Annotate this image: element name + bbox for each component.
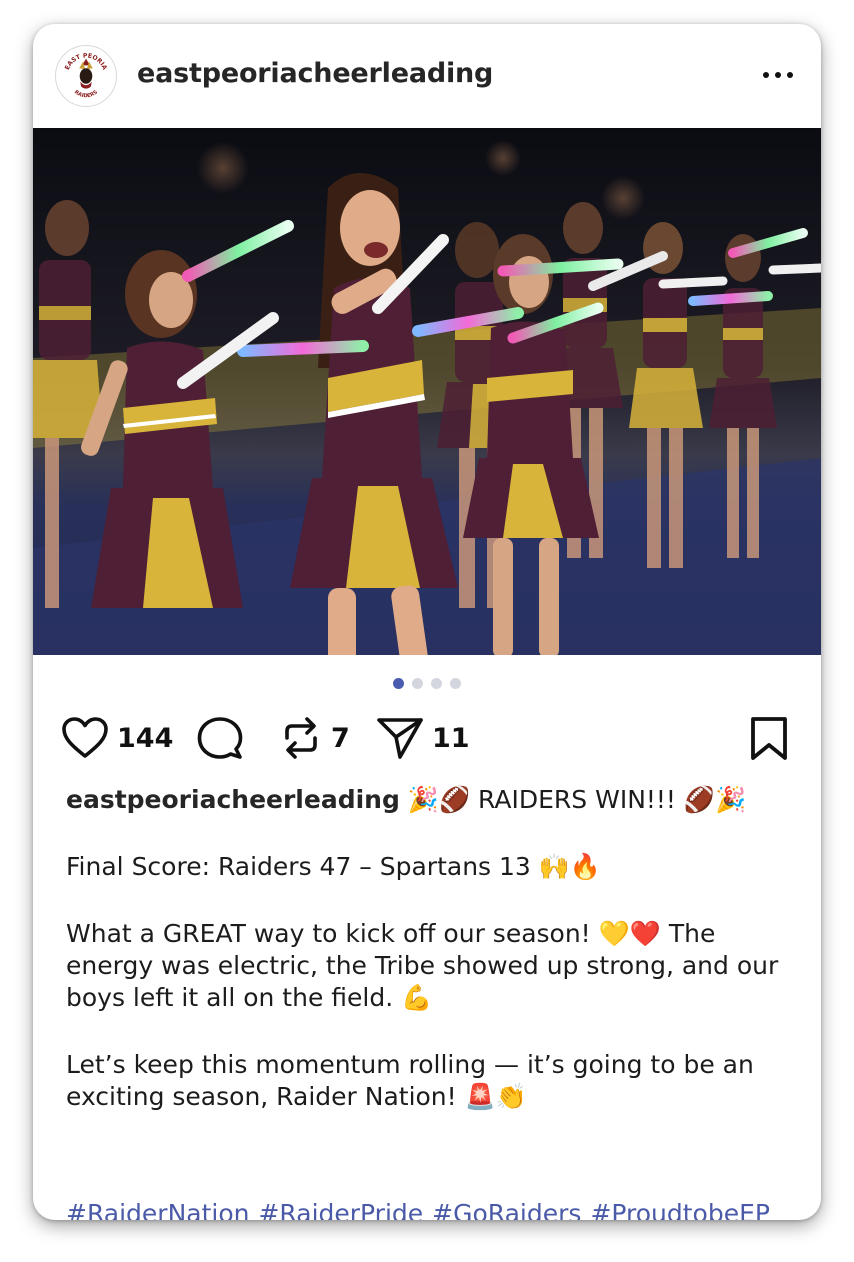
post-username[interactable]: eastpeoriacheerleading bbox=[137, 58, 493, 89]
comment-icon bbox=[197, 717, 243, 759]
repost-button[interactable]: 7 bbox=[279, 716, 350, 760]
carousel-dot[interactable] bbox=[450, 678, 461, 689]
dot-icon bbox=[775, 72, 781, 78]
post-header: EAST PEORIA RAIDERS eastpeoriacheerleadi… bbox=[33, 24, 821, 128]
post-caption: eastpeoriacheerleading 🎉🏈 RAIDERS WIN!!!… bbox=[66, 784, 796, 1220]
hashtag-link[interactable]: #ProudtobeEP bbox=[590, 1199, 770, 1220]
avatar[interactable]: EAST PEORIA RAIDERS bbox=[55, 45, 117, 107]
dot-icon bbox=[763, 72, 769, 78]
hashtag-link[interactable]: #RaiderPride bbox=[258, 1199, 423, 1220]
comment-button[interactable] bbox=[197, 716, 243, 760]
post-photo[interactable] bbox=[33, 128, 821, 655]
caption-username[interactable]: eastpeoriacheerleading bbox=[66, 785, 400, 814]
bookmark-button[interactable] bbox=[749, 716, 789, 762]
bookmark-icon bbox=[751, 717, 787, 760]
raiders-logo: EAST PEORIA RAIDERS bbox=[64, 53, 108, 100]
avatar-text-bottom: RAIDERS bbox=[73, 89, 99, 99]
cheerleaders-photo bbox=[33, 128, 821, 655]
send-icon bbox=[377, 718, 423, 759]
carousel-dot[interactable] bbox=[412, 678, 423, 689]
repost-count: 7 bbox=[331, 722, 350, 754]
carousel-indicator bbox=[33, 678, 821, 689]
dot-icon bbox=[787, 72, 793, 78]
hashtag-link[interactable]: #RaiderNation bbox=[66, 1199, 249, 1220]
repost-icon bbox=[285, 717, 317, 759]
svg-text:RAIDERS: RAIDERS bbox=[73, 89, 99, 99]
caption-score: Final Score: Raiders 47 – Spartans 13 🙌🔥 bbox=[66, 852, 602, 881]
like-button[interactable]: 144 bbox=[61, 716, 173, 760]
more-options-button[interactable] bbox=[753, 60, 803, 90]
caption-paragraph: What a GREAT way to kick off our season!… bbox=[66, 919, 779, 1012]
carousel-dot[interactable] bbox=[393, 678, 404, 689]
caption-headline: 🎉🏈 RAIDERS WIN!!! 🏈🎉 bbox=[407, 785, 747, 814]
like-count: 144 bbox=[117, 722, 174, 754]
share-count: 11 bbox=[432, 722, 470, 754]
heart-icon bbox=[62, 717, 108, 758]
action-bar: 144 7 11 bbox=[33, 712, 821, 768]
post-card: EAST PEORIA RAIDERS eastpeoriacheerleadi… bbox=[33, 24, 821, 1220]
caption-paragraph: Let’s keep this momentum rolling — it’s … bbox=[66, 1050, 754, 1111]
hashtag-list: #RaiderNation #RaiderPride #GoRaiders #Prou… bbox=[66, 1198, 779, 1220]
hashtag-link[interactable]: #GoRaiders bbox=[432, 1199, 581, 1220]
carousel-dot[interactable] bbox=[431, 678, 442, 689]
share-button[interactable]: 11 bbox=[376, 716, 470, 760]
